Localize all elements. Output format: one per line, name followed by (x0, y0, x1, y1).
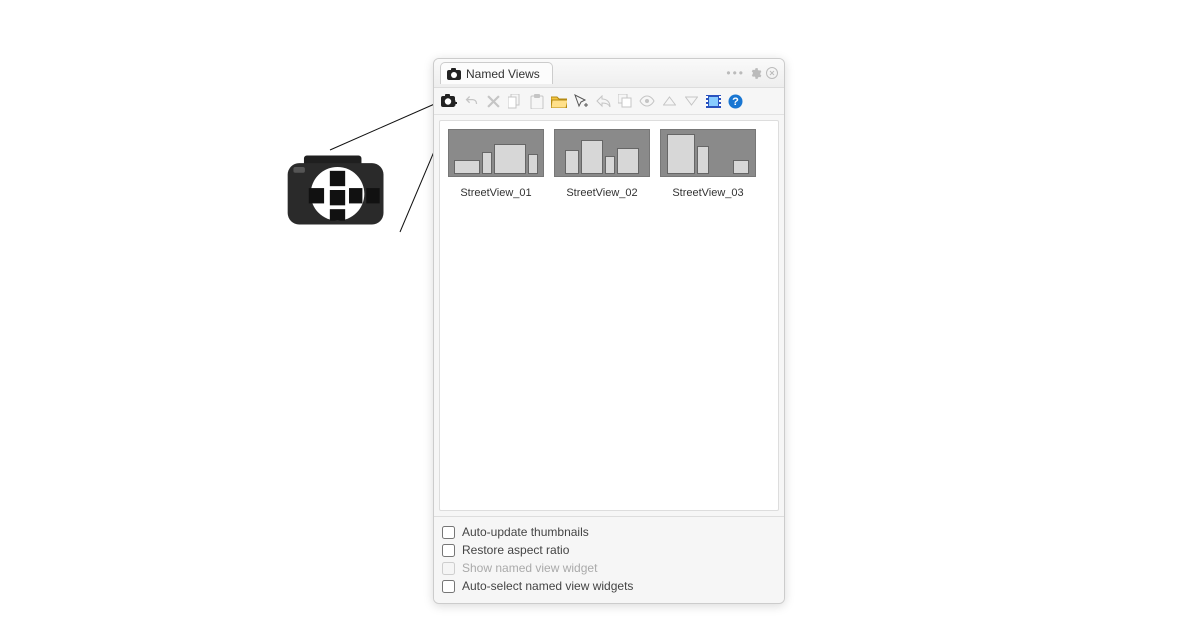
camera-icon (447, 68, 461, 80)
panel-titlebar: Named Views ••• (434, 59, 784, 88)
undo-icon (462, 92, 480, 110)
eye-icon (638, 92, 656, 110)
svg-text:?: ? (732, 96, 739, 108)
view-thumbnail (660, 129, 756, 177)
views-area: StreetView_01 StreetView_02 StreetView_03 (439, 120, 779, 511)
option-label: Restore aspect ratio (462, 543, 569, 557)
option-label: Show named view widget (462, 561, 597, 575)
select-icon[interactable] (572, 92, 590, 110)
checkbox-auto-select[interactable] (442, 580, 455, 593)
named-views-panel: Named Views ••• ? StreetView_01StreetVie… (433, 58, 785, 604)
view-label: StreetView_03 (672, 187, 743, 199)
checkbox-restore-aspect[interactable] (442, 544, 455, 557)
view-label: StreetView_02 (566, 187, 637, 199)
option-auto-select[interactable]: Auto-select named view widgets (442, 577, 776, 595)
option-show-widget: Show named view widget (442, 559, 776, 577)
paste-icon (528, 92, 546, 110)
reply-icon (594, 92, 612, 110)
view-label: StreetView_01 (460, 187, 531, 199)
panel-title: Named Views (466, 67, 540, 81)
option-auto-update[interactable]: Auto-update thumbnails (442, 523, 776, 541)
panel-toolbar: ? (434, 88, 784, 115)
copy-icon (506, 92, 524, 110)
new-view-icon[interactable] (440, 92, 458, 110)
panel-options: Auto-update thumbnails Restore aspect ra… (434, 516, 784, 603)
close-icon[interactable] (766, 67, 778, 79)
panel-menu-dots-icon[interactable]: ••• (726, 66, 745, 80)
view-item[interactable]: StreetView_01 (448, 129, 544, 199)
delete-icon (484, 92, 502, 110)
film-icon[interactable] (704, 92, 722, 110)
duplicate-icon (616, 92, 634, 110)
checkbox-show-widget[interactable] (442, 562, 455, 575)
panel-tab[interactable]: Named Views (440, 62, 553, 84)
option-label: Auto-select named view widgets (462, 579, 633, 593)
option-label: Auto-update thumbnails (462, 525, 589, 539)
help-icon[interactable]: ? (726, 92, 744, 110)
view-item[interactable]: StreetView_03 (660, 129, 756, 199)
view-thumbnail (554, 129, 650, 177)
callout-camera-plus-icon (280, 140, 395, 240)
open-folder-icon[interactable] (550, 92, 568, 110)
up-triangle-icon (660, 92, 678, 110)
gear-icon[interactable] (749, 67, 762, 80)
view-item[interactable]: StreetView_02 (554, 129, 650, 199)
option-restore-aspect[interactable]: Restore aspect ratio (442, 541, 776, 559)
down-triangle-icon (682, 92, 700, 110)
checkbox-auto-update[interactable] (442, 526, 455, 539)
view-thumbnail (448, 129, 544, 177)
